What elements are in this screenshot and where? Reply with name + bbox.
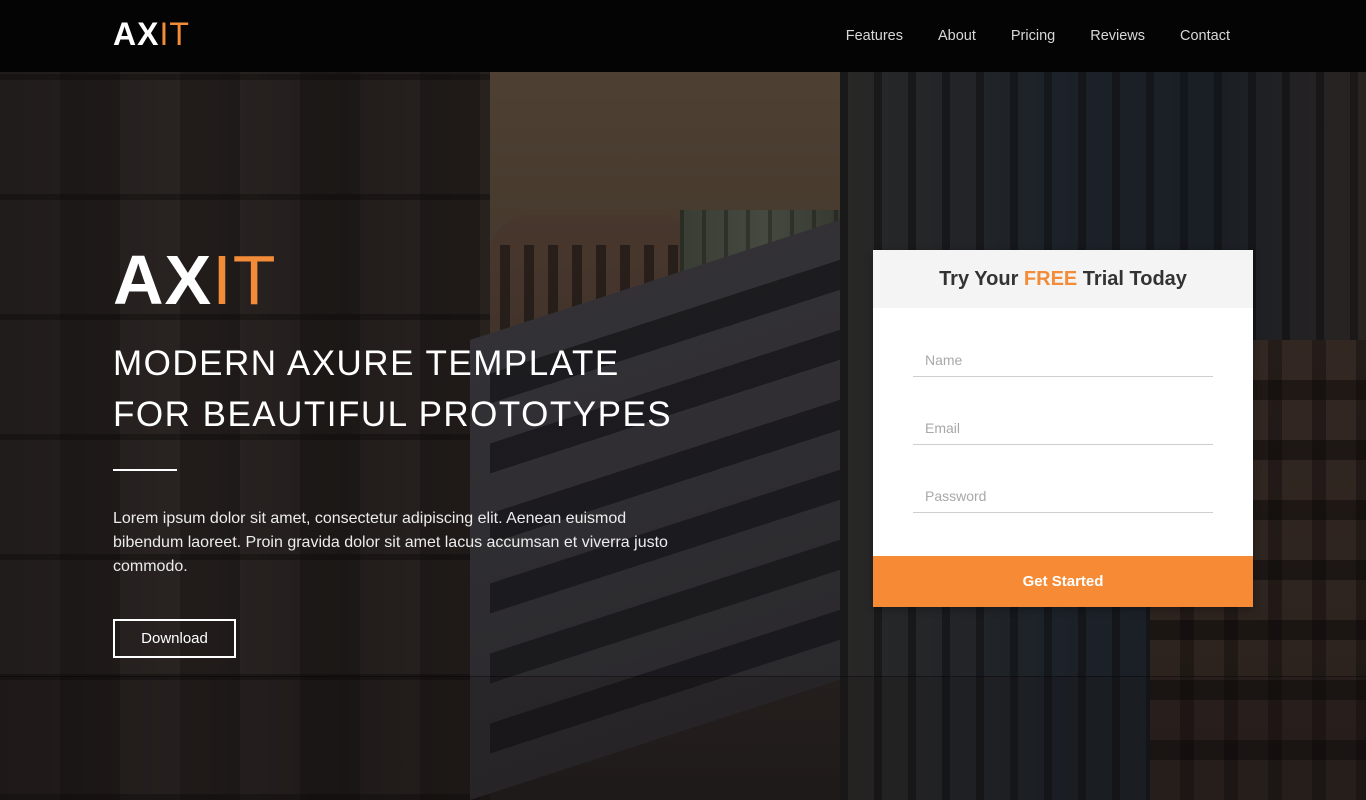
name-field[interactable] [913,343,1213,377]
top-navbar: AXIT Features About Pricing Reviews Cont… [0,0,1366,72]
nav-link-pricing[interactable]: Pricing [1011,28,1055,44]
logo-main-text: AX [113,16,160,52]
nav-link-contact[interactable]: Contact [1180,28,1230,44]
hero-divider [113,469,177,471]
get-started-button[interactable]: Get Started [873,556,1253,607]
main-nav: Features About Pricing Reviews Contact [811,0,1230,72]
hero-logo-main: AX [113,241,213,319]
hero-title: MODERN AXURE TEMPLATE FOR BEAUTIFUL PROT… [113,338,753,440]
header-logo[interactable]: AXIT [113,15,190,53]
nav-link-features[interactable]: Features [846,28,903,44]
hero-logo: AXIT [113,242,276,318]
email-field[interactable] [913,411,1213,445]
nav-link-about[interactable]: About [938,28,976,44]
form-title-suffix: Trial Today [1077,268,1187,290]
logo-accent-text: IT [159,16,190,52]
form-title-highlight: FREE [1023,268,1078,290]
trial-signup-form: Try Your FREE Trial Today Get Started [873,250,1253,607]
nav-link-reviews[interactable]: Reviews [1090,28,1145,44]
hero-description: Lorem ipsum dolor sit amet, consectetur … [113,510,668,575]
password-field[interactable] [913,479,1213,513]
form-title: Try Your FREE Trial Today [873,250,1253,308]
form-title-prefix: Try Your [939,268,1024,290]
download-button[interactable]: Download [113,619,236,658]
hero-logo-accent: IT [212,241,277,319]
hero-title-line-1: MODERN AXURE TEMPLATE [113,344,620,383]
hero-title-line-2: FOR BEAUTIFUL PROTOTYPES [113,395,673,434]
